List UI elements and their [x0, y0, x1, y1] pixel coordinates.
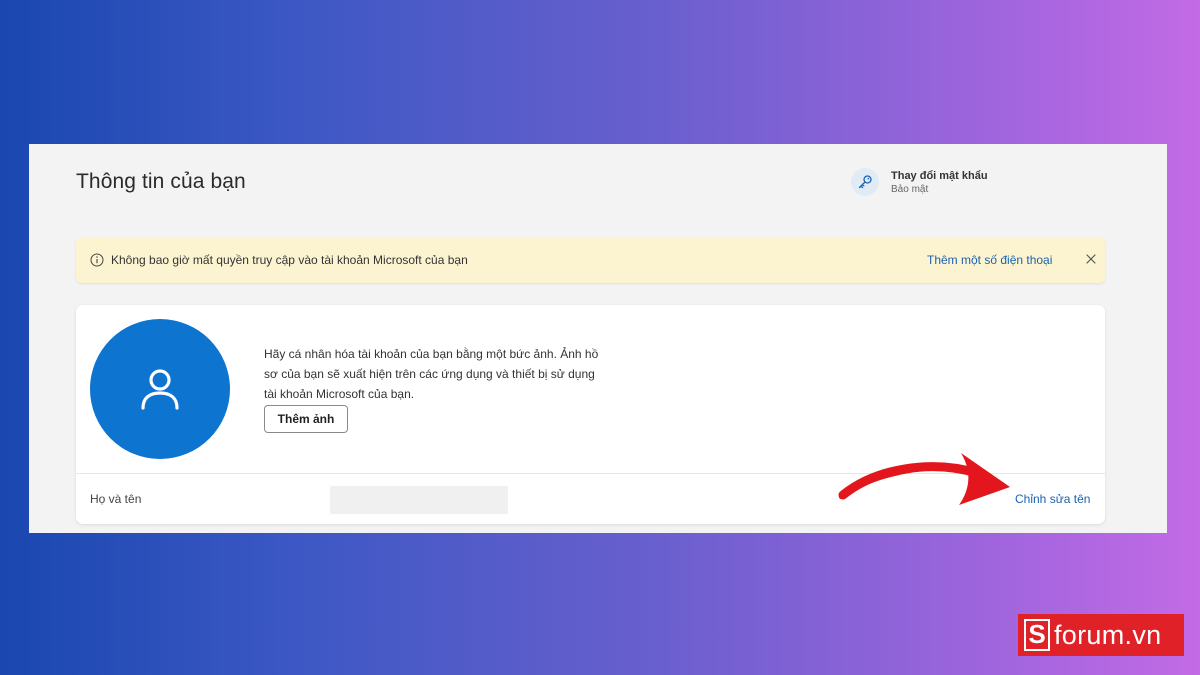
change-password-subtitle: Bảo mật: [891, 183, 929, 195]
full-name-label: Họ và tên: [90, 492, 142, 506]
page-title: Thông tin của bạn: [76, 170, 246, 193]
phone-banner: Không bao giờ mất quyền truy cập vào tài…: [76, 237, 1105, 283]
person-icon: [141, 369, 179, 410]
sforum-logo: S forum.vn: [1018, 614, 1184, 656]
full-name-value: [330, 486, 508, 514]
change-password-text: Thay đổi mật khẩu Bảo mật: [891, 169, 988, 196]
add-photo-button[interactable]: Thêm ảnh: [264, 405, 348, 433]
banner-message: Không bao giờ mất quyền truy cập vào tài…: [111, 253, 468, 267]
avatar[interactable]: [90, 319, 230, 459]
add-phone-link[interactable]: Thêm một số điện thoại: [927, 253, 1052, 267]
close-icon[interactable]: [1084, 252, 1098, 271]
key-icon: [851, 168, 879, 196]
logo-text: forum.vn: [1054, 619, 1162, 650]
red-arrow-icon: [838, 453, 1010, 505]
change-password-title: Thay đổi mật khẩu: [891, 169, 988, 182]
photo-description: Hãy cá nhân hóa tài khoản của bạn bằng m…: [264, 347, 599, 401]
edit-name-link[interactable]: Chỉnh sửa tên: [1015, 492, 1090, 506]
info-icon: [90, 253, 104, 272]
logo-letter: S: [1024, 619, 1050, 651]
change-password-link[interactable]: Thay đổi mật khẩu Bảo mật: [851, 168, 988, 196]
